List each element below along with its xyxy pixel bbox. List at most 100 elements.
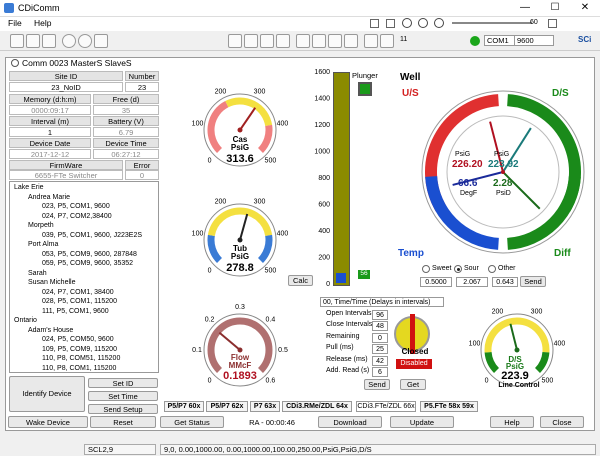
control-row-label: Add. Read (s): [326, 367, 370, 374]
number-field[interactable]: 23: [125, 82, 159, 92]
line-gauge-tick: 100: [469, 340, 481, 347]
list2-icon[interactable]: [380, 34, 394, 48]
wake-device-button[interactable]: Wake Device: [8, 416, 88, 428]
play-icon[interactable]: [418, 18, 428, 28]
plunger-tick: 1200: [314, 122, 330, 129]
sour-radio[interactable]: [454, 265, 462, 273]
tab[interactable]: P5/P7 62x: [206, 401, 248, 412]
tree-item[interactable]: Andrea Marie: [28, 194, 70, 201]
tree-item[interactable]: 111, P5, COM1, 9600: [42, 308, 109, 315]
send-setup-button[interactable]: Send Setup: [88, 404, 158, 414]
close-window-button[interactable]: ✕: [570, 0, 600, 17]
grid2-icon[interactable]: [312, 34, 326, 48]
cas-gauge-hub: [237, 127, 243, 133]
tree-item[interactable]: 024, P7, COM1, 38400: [42, 289, 114, 296]
coef-b-input[interactable]: 2.067: [456, 277, 488, 287]
print-icon[interactable]: [42, 34, 56, 48]
tree-item[interactable]: 109, P5, COM9, 115200: [42, 346, 117, 353]
calc-button[interactable]: Calc: [288, 275, 313, 286]
tree-item[interactable]: 110, P8, COM51, 115200: [42, 355, 120, 362]
site-id-field[interactable]: 23_NoID: [9, 82, 123, 92]
menu-help[interactable]: Help: [34, 18, 51, 28]
reset-button[interactable]: Reset: [90, 416, 156, 428]
tree-item[interactable]: Sarah: [28, 270, 47, 277]
control-row-value[interactable]: 0: [372, 332, 388, 343]
chart2-icon[interactable]: [244, 34, 258, 48]
well-send-button[interactable]: Send: [520, 276, 546, 287]
help-button[interactable]: Help: [490, 416, 534, 428]
update-button[interactable]: Update: [390, 416, 454, 428]
record-icon[interactable]: [402, 18, 412, 28]
set-time-button[interactable]: Set Time: [88, 391, 158, 401]
tree-item[interactable]: 059, P5, COM9, 9600, 35352: [42, 260, 133, 267]
get-status-button[interactable]: Get Status: [160, 416, 224, 428]
interval-field[interactable]: 1: [9, 127, 91, 137]
grid3-icon[interactable]: [328, 34, 342, 48]
plane-icon[interactable]: [94, 34, 108, 48]
tree-item[interactable]: 023, P5, COM1, 9600: [42, 203, 110, 210]
window-title: CDiComm: [18, 3, 60, 13]
stop-icon[interactable]: [434, 18, 444, 28]
tree-item[interactable]: 024, P5, COM50, 9600: [42, 336, 114, 343]
control-row-value[interactable]: 25: [372, 344, 388, 355]
tab[interactable]: CDi3.FTe/ZDL 66x: [356, 401, 416, 412]
gauge-icon[interactable]: [78, 34, 92, 48]
us-psig-label: PsiG: [455, 151, 471, 158]
step-back-icon[interactable]: [386, 19, 395, 28]
chart3-icon[interactable]: [260, 34, 274, 48]
tree-item[interactable]: Adam's House: [28, 327, 73, 334]
tub-gauge-tick: 400: [277, 230, 289, 237]
control-row-value[interactable]: 96: [372, 310, 388, 320]
control-row-label: Open Intervals: [326, 310, 372, 317]
grid-icon[interactable]: [296, 34, 310, 48]
sweet-label: Sweet: [432, 265, 452, 272]
sweet-radio[interactable]: [422, 265, 430, 273]
baud-field[interactable]: 9600: [514, 35, 554, 46]
plunger-level-badge: 56: [358, 270, 370, 279]
tree-item[interactable]: 053, P5, COM9, 9600, 287848: [42, 251, 137, 258]
tree-item[interactable]: 110, P8, COM1, 115200: [42, 365, 116, 372]
tree-item[interactable]: Ontario: [14, 317, 37, 324]
chart-icon[interactable]: [228, 34, 242, 48]
minimize-button[interactable]: —: [510, 0, 540, 17]
control-send-button[interactable]: Send: [364, 379, 390, 390]
cas-gauge-tick: 300: [254, 89, 266, 96]
tree-item[interactable]: Susan Michelle: [28, 279, 75, 286]
plunger-indicator[interactable]: [358, 82, 372, 96]
cas-gauge-tick: 500: [265, 157, 277, 164]
coef-c-input[interactable]: 0.643: [492, 277, 518, 287]
tab[interactable]: CDi3.RMe/ZDL 64x: [282, 401, 352, 412]
set-id-button[interactable]: Set ID: [88, 378, 158, 388]
tab[interactable]: P5.FTe 58x 59x: [420, 401, 478, 412]
tree-item[interactable]: Morpeth: [28, 222, 54, 229]
control-row-value[interactable]: 48: [372, 321, 388, 332]
other-radio[interactable]: [488, 265, 496, 273]
list-icon[interactable]: [364, 34, 378, 48]
check-icon[interactable]: [548, 19, 557, 28]
open-icon[interactable]: [10, 34, 24, 48]
tree-item[interactable]: Lake Erie: [14, 184, 44, 191]
step-icon[interactable]: [370, 19, 379, 28]
site-tree[interactable]: Lake Erie Andrea Marie 023, P5, COM1, 9600…: [9, 181, 159, 373]
download-button[interactable]: Download: [318, 416, 382, 428]
clock-icon[interactable]: [62, 34, 76, 48]
mode-select[interactable]: 00, Time/Time (Delays in intervals): [320, 297, 444, 307]
tab[interactable]: P7 63x: [250, 401, 280, 412]
speed-slider[interactable]: [452, 22, 532, 24]
tab[interactable]: P5/P7 60x: [164, 401, 204, 412]
tree-item[interactable]: Port Alma: [28, 241, 58, 248]
grid4-icon[interactable]: [344, 34, 358, 48]
control-row-value[interactable]: 6: [372, 367, 388, 377]
menu-file[interactable]: File: [8, 18, 22, 28]
save-icon[interactable]: [26, 34, 40, 48]
close-button[interactable]: Close: [540, 416, 584, 428]
control-get-button[interactable]: Get: [400, 379, 426, 390]
tree-item[interactable]: 024, P7, COM2,38400: [42, 213, 112, 220]
tree-item[interactable]: 028, P5, COM1, 115200: [42, 298, 117, 305]
maximize-button[interactable]: ☐: [540, 0, 570, 17]
tree-item[interactable]: 039, P5, COM1, 9600, J223E2S: [42, 232, 142, 239]
identify-device-button[interactable]: Identify Device: [9, 376, 85, 412]
coef-a-input[interactable]: 0.5000: [420, 277, 452, 287]
control-row-value[interactable]: 42: [372, 355, 388, 366]
chart4-icon[interactable]: [276, 34, 290, 48]
